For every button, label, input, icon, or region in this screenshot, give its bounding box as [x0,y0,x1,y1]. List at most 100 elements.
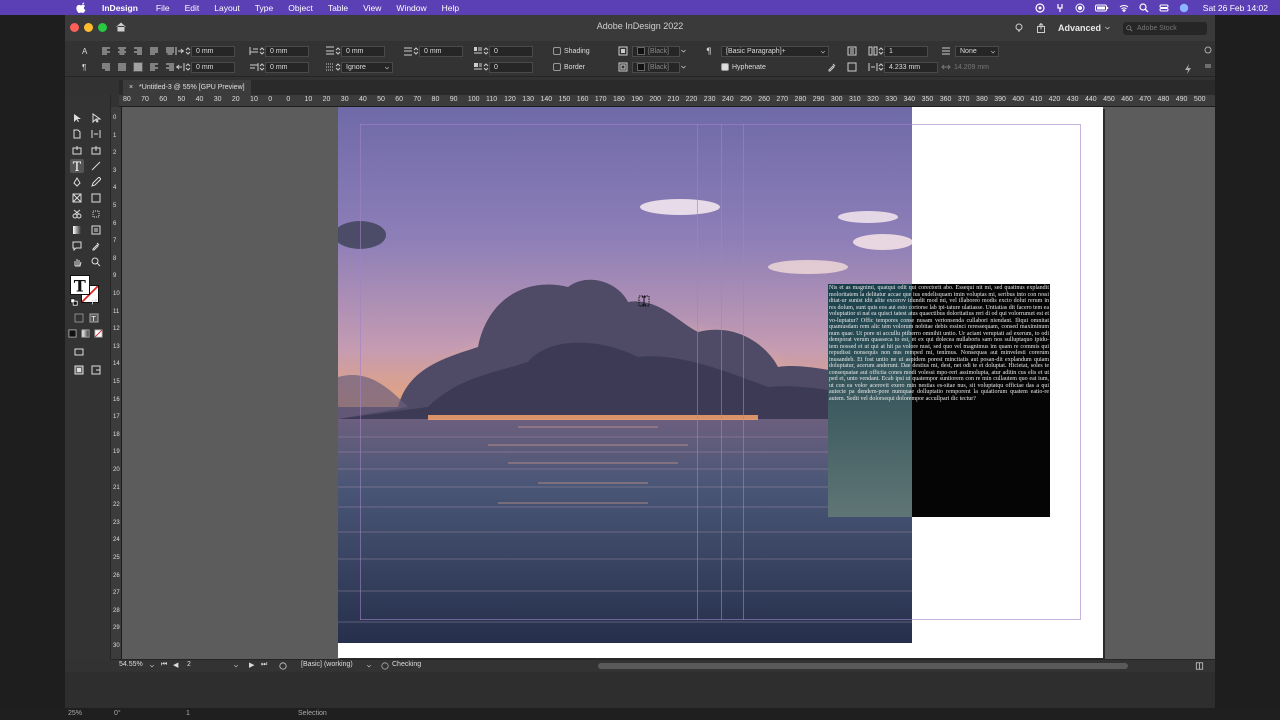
formatting-container-icon[interactable] [74,313,84,323]
menu-view[interactable]: View [363,3,381,13]
justify-left-icon[interactable] [149,46,159,56]
control-center-icon[interactable] [1159,3,1169,13]
apple-icon[interactable] [76,2,88,13]
next-page-button[interactable]: ▶ [249,661,254,669]
preview-mode-icon[interactable] [91,365,101,375]
menu-edit[interactable]: Edit [185,3,200,13]
document-tab[interactable]: × *Untitled-3 @ 55% [GPU Preview] [123,80,251,95]
last-page-button[interactable]: ⏭ [261,661,267,669]
paragraph-style-dropdown[interactable]: [Basic Paragraph]+ [721,45,829,57]
right-indent-field[interactable]: 0 mm [191,61,235,73]
split-window-icon[interactable] [1195,662,1204,670]
line-tool-icon[interactable] [91,161,101,171]
note-tool-icon[interactable] [72,241,82,251]
gap-tool-icon[interactable] [91,129,101,139]
formatting-text-toggle-icon[interactable]: T [89,313,99,323]
siri-icon[interactable] [1179,3,1189,13]
share-icon[interactable] [1036,23,1046,33]
panel-options-icon[interactable] [1203,61,1213,71]
page-tool-icon[interactable] [72,129,82,139]
hyphenate-checkbox[interactable] [721,63,729,71]
menu-window[interactable]: Window [396,3,426,13]
panel-menu-icon[interactable] [1203,45,1213,55]
page-number-field[interactable]: 2 [187,661,191,668]
dropcap-lines-field[interactable]: 0 [489,45,533,57]
wifi-icon[interactable] [1119,3,1129,13]
border-checkbox[interactable] [553,63,561,71]
menu-type[interactable]: Type [255,3,273,13]
apply-none-icon[interactable] [94,329,103,338]
document-page[interactable]: Nis et as magnimi, quatqui odit qui core… [338,107,1103,658]
align-spine-icon[interactable] [133,62,143,72]
align-right-icon[interactable] [133,46,143,56]
free-transform-tool-icon[interactable] [91,209,101,219]
fill-swatch[interactable]: T [70,275,90,295]
preflight-profile[interactable]: [Basic] (working) [301,661,353,668]
space-after-field[interactable]: 0 mm [419,45,463,57]
hand-tool-icon[interactable] [72,257,82,267]
align-left-icon[interactable] [101,46,111,56]
lightbulb-icon[interactable] [1014,23,1024,33]
content-placer-icon[interactable] [91,145,101,155]
record-icon[interactable] [1075,3,1085,13]
apply-gradient-icon[interactable] [81,329,90,338]
justify-center-icon[interactable] [165,46,175,56]
swap-colors-icon[interactable] [91,298,99,306]
shading-settings-icon[interactable] [618,46,628,56]
paragraph-grid-icon[interactable] [847,46,857,56]
close-tab-icon[interactable]: × [129,84,133,91]
content-collector-icon[interactable] [72,145,82,155]
pasteboard[interactable]: Nis et as magnimi, quatqui odit qui core… [122,107,1215,659]
chevron-down-icon[interactable] [680,46,687,56]
selection-tool-icon[interactable] [72,113,82,123]
span-columns-dropdown[interactable]: None [955,45,999,57]
horizontal-ruler[interactable]: 80 70 60 50 40 30 20 10 0 0 10 20 30 40 50 60 70 80 90 100 1… [119,95,1215,107]
paragraph-layout-icon[interactable] [847,62,857,72]
vertical-ruler[interactable]: 0 1 2 3 4 5 6 7 8 9 10 11 12 13 14 15 16 17 18 19 20 21 22 23 24… [111,107,122,659]
chevron-down-icon[interactable] [1104,23,1111,33]
grid-alignment-dropdown[interactable]: Ignore [341,61,393,73]
preflight-icon[interactable] [279,662,287,670]
battery-icon[interactable] [1094,3,1109,13]
zoom-tool-icon[interactable] [91,257,101,267]
chevron-down-icon[interactable] [149,663,155,669]
previous-page-button[interactable]: ◀ [173,661,178,669]
justify-right-icon[interactable] [101,62,111,72]
left-indent-field[interactable]: 0 mm [191,45,235,57]
rectangle-frame-tool-icon[interactable] [72,193,82,203]
character-mode-button[interactable]: A [79,45,87,57]
horizontal-scrollbar[interactable] [598,663,1128,669]
shading-checkbox[interactable] [553,47,561,55]
first-page-button[interactable]: ⏮ [161,661,167,669]
body-text-frame[interactable]: Nis et as magnimi, quatqui odit qui core… [828,284,1050,517]
menubar-clock[interactable]: Sat 26 Feb 14:02 [1203,3,1268,13]
pencil-tool-icon[interactable] [91,177,101,187]
apply-color-icon[interactable] [68,329,77,338]
rectangle-tool-icon[interactable] [91,193,101,203]
align-away-spine-icon[interactable] [149,62,159,72]
screen-mode-icon[interactable] [74,365,84,375]
menu-object[interactable]: Object [288,3,313,13]
border-settings-icon[interactable] [618,62,628,72]
creative-cloud-icon[interactable] [1035,2,1045,13]
menu-app-name[interactable]: InDesign [102,3,138,13]
menu-table[interactable]: Table [328,3,348,13]
align-towards-spine-icon[interactable] [165,62,175,72]
workspace-switcher[interactable]: Advanced [1058,23,1101,33]
eyedropper-icon[interactable] [827,62,837,72]
gradient-swatch-tool-icon[interactable] [72,225,82,235]
scissors-tool-icon[interactable] [72,209,82,219]
sunset-ocean-image-frame[interactable] [338,107,912,643]
chevron-down-icon[interactable] [680,62,687,72]
chevron-down-icon[interactable] [233,663,239,669]
eyedropper-tool-icon[interactable] [91,241,101,251]
adobe-stock-search[interactable]: Adobe Stock [1123,21,1207,35]
gradient-feather-tool-icon[interactable] [91,225,101,235]
dropcap-chars-field[interactable]: 0 [489,61,533,73]
chevron-down-icon[interactable] [366,663,372,669]
menu-help[interactable]: Help [442,3,459,13]
tuning-fork-icon[interactable] [1055,3,1065,13]
zoom-level-field[interactable]: 54.55% [119,661,143,668]
gutter-field[interactable]: 4.233 mm [884,61,938,73]
body-text[interactable]: Nis et as magnimi, quatqui odit qui core… [829,285,1049,402]
